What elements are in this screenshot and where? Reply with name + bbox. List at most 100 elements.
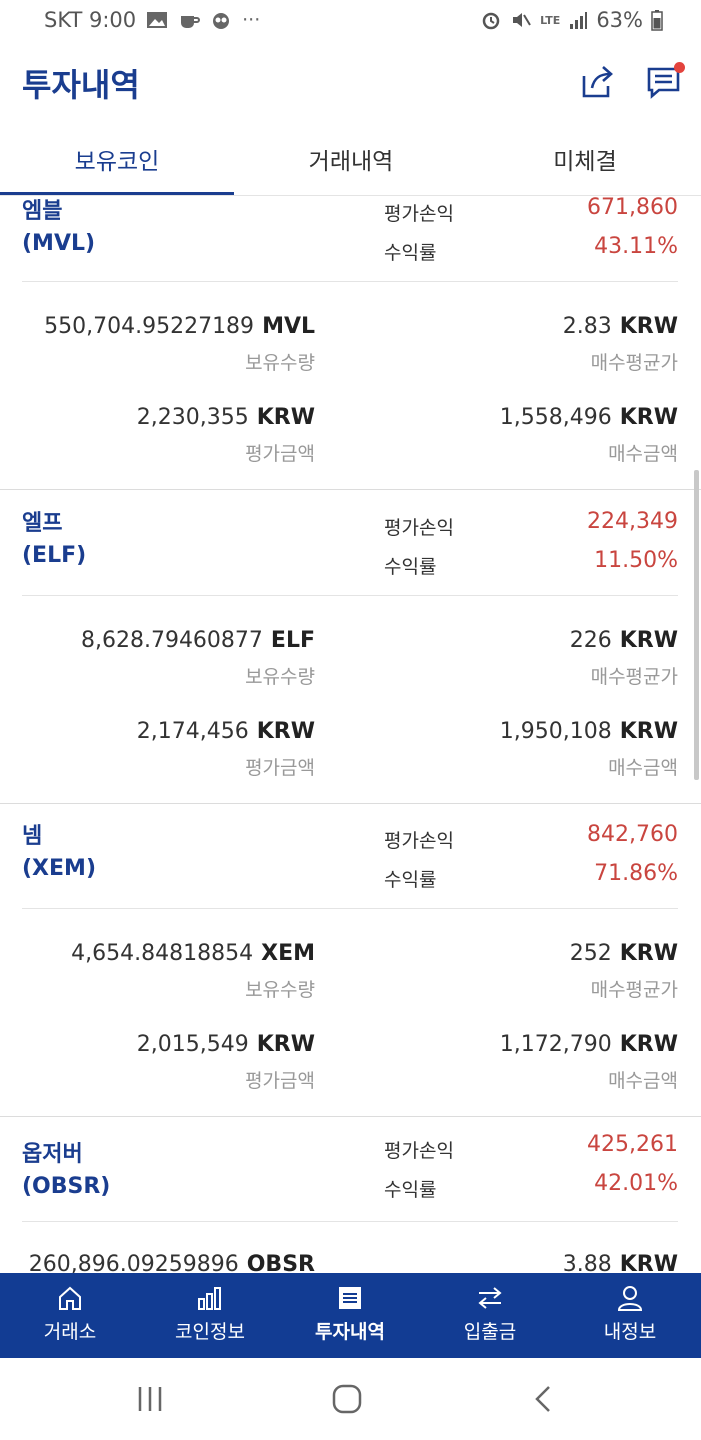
tab-bar: 보유코인 거래내역 미체결 xyxy=(0,128,701,196)
lte-icon: LTE xyxy=(540,13,561,27)
mute-icon xyxy=(513,13,531,27)
nav-label: 코인정보 xyxy=(175,1321,245,1343)
avg-price: 3.88 KRW xyxy=(562,1252,678,1273)
pnl-value: 671,860 xyxy=(587,196,678,220)
transfer-icon xyxy=(478,1287,502,1309)
avg-price: 252 KRW xyxy=(569,941,678,966)
mascot-icon xyxy=(213,13,230,29)
bar-chart-icon xyxy=(198,1287,221,1310)
buy-amount: 1,558,496 KRW xyxy=(499,405,678,430)
rate-label: 수익률 xyxy=(384,869,437,891)
scrollbar[interactable] xyxy=(694,470,699,780)
pnl-value: 842,760 xyxy=(587,822,678,847)
back-icon[interactable] xyxy=(523,1382,563,1416)
nav-label: 투자내역 xyxy=(315,1321,385,1343)
active-tab-indicator xyxy=(0,192,234,195)
carrier-time: SKT 9:00 xyxy=(44,8,137,32)
eval-amount: 2,230,355 KRW xyxy=(136,405,315,430)
coin-card-xem[interactable]: 넴 (XEM) 평가손익 842,760 수익률 71.86% 4,654.84… xyxy=(0,804,701,1117)
coffee-icon xyxy=(181,16,201,28)
eval-amount-label: 평가금액 xyxy=(245,1070,315,1092)
pnl-value: 425,261 xyxy=(587,1132,678,1157)
home-button-icon[interactable] xyxy=(327,1382,367,1416)
recent-apps-icon[interactable] xyxy=(130,1382,170,1416)
tab-holdings[interactable]: 보유코인 xyxy=(0,142,234,176)
user-icon xyxy=(617,1286,643,1311)
bottom-navigation: 거래소 코인정보 투자내역 입출금 내정보 xyxy=(0,1273,701,1358)
avg-price-label: 매수평균가 xyxy=(590,979,678,1001)
coin-name: 넴 xyxy=(22,824,43,849)
coin-ticker: (MVL) xyxy=(22,231,96,256)
eval-amount: 2,174,456 KRW xyxy=(136,719,315,744)
signal-icon xyxy=(570,12,588,29)
pnl-label: 평가손익 xyxy=(384,517,454,539)
pnl-label: 평가손익 xyxy=(384,830,454,852)
pnl-label: 평가손익 xyxy=(384,203,454,225)
tab-pending-orders[interactable]: 미체결 xyxy=(468,142,701,176)
nav-label: 거래소 xyxy=(43,1321,97,1343)
nav-my-info[interactable]: 내정보 xyxy=(560,1273,700,1358)
eval-amount: 2,015,549 KRW xyxy=(136,1032,315,1057)
avg-price-label: 매수평균가 xyxy=(590,666,678,688)
rate-label: 수익률 xyxy=(384,1179,437,1201)
nav-exchange[interactable]: 거래소 xyxy=(0,1273,140,1358)
eval-amount-label: 평가금액 xyxy=(245,757,315,779)
system-navigation-bar xyxy=(0,1358,701,1440)
avg-price-label: 매수평균가 xyxy=(590,352,678,374)
avg-price: 226 KRW xyxy=(569,628,678,653)
divider xyxy=(22,908,678,909)
gallery-icon xyxy=(147,12,168,28)
nav-label: 내정보 xyxy=(603,1321,657,1343)
more-notifications-icon: ··· xyxy=(242,9,261,31)
coin-name: 엘프 xyxy=(22,511,63,536)
holding-qty: 260,896.09259896 OBSR xyxy=(28,1252,315,1273)
page-title: 투자내역 xyxy=(22,66,140,104)
coin-ticker: (XEM) xyxy=(22,856,96,881)
holding-qty-label: 보유수량 xyxy=(245,666,315,688)
nav-label: 입출금 xyxy=(463,1321,517,1343)
rate-label: 수익률 xyxy=(384,242,437,264)
status-bar: SKT 9:00 ··· LTE 63% xyxy=(0,0,701,44)
buy-amount: 1,950,108 KRW xyxy=(499,719,678,744)
holding-qty: 4,654.84818854 XEM xyxy=(71,941,315,966)
nav-coin-info[interactable]: 코인정보 xyxy=(140,1273,280,1358)
buy-amount-label: 매수금액 xyxy=(608,1070,678,1092)
coin-ticker: (ELF) xyxy=(22,543,87,568)
document-icon xyxy=(339,1287,361,1309)
battery-percent: 63% xyxy=(596,8,643,32)
nav-deposit-withdraw[interactable]: 입출금 xyxy=(420,1273,560,1358)
rate-value: 43.11% xyxy=(594,234,678,259)
avg-price: 2.83 KRW xyxy=(562,314,678,339)
rate-value: 42.01% xyxy=(594,1171,678,1196)
alarm-icon xyxy=(482,12,500,30)
pnl-value: 224,349 xyxy=(587,509,678,534)
buy-amount-label: 매수금액 xyxy=(608,443,678,465)
share-icon[interactable] xyxy=(576,62,616,102)
holdings-list[interactable]: 엠블 (MVL) 평가손익 671,860 수익률 43.11% 550,704… xyxy=(0,196,701,1273)
buy-amount: 1,172,790 KRW xyxy=(499,1032,678,1057)
coin-ticker: (OBSR) xyxy=(22,1174,111,1199)
divider xyxy=(22,281,678,282)
battery-icon xyxy=(651,10,663,31)
app-header: 투자내역 xyxy=(0,48,701,118)
nav-investment-history[interactable]: 투자내역 xyxy=(280,1273,420,1358)
eval-amount-label: 평가금액 xyxy=(245,443,315,465)
tab-trade-history[interactable]: 거래내역 xyxy=(234,142,468,176)
rate-label: 수익률 xyxy=(384,556,437,578)
pnl-label: 평가손익 xyxy=(384,1140,454,1162)
home-icon xyxy=(59,1286,81,1310)
notification-badge xyxy=(674,62,685,73)
holding-qty: 8,628.79460877 ELF xyxy=(80,628,315,653)
holding-qty-label: 보유수량 xyxy=(245,979,315,1001)
coin-name: 옵저버 xyxy=(22,1142,83,1167)
coin-card-obsr[interactable]: 옵저버 (OBSR) 평가손익 425,261 수익률 42.01% 260,8… xyxy=(0,1117,701,1273)
coin-card-elf[interactable]: 엘프 (ELF) 평가손익 224,349 수익률 11.50% 8,628.7… xyxy=(0,491,701,804)
coin-card-mvl[interactable]: 엠블 (MVL) 평가손익 671,860 수익률 43.11% 550,704… xyxy=(0,196,701,490)
holding-qty: 550,704.95227189 MVL xyxy=(44,314,315,339)
holding-qty-label: 보유수량 xyxy=(245,352,315,374)
rate-value: 71.86% xyxy=(594,861,678,886)
rate-value: 11.50% xyxy=(594,548,678,573)
coin-name: 엠블 xyxy=(22,199,63,224)
divider xyxy=(22,595,678,596)
divider xyxy=(22,1221,678,1222)
